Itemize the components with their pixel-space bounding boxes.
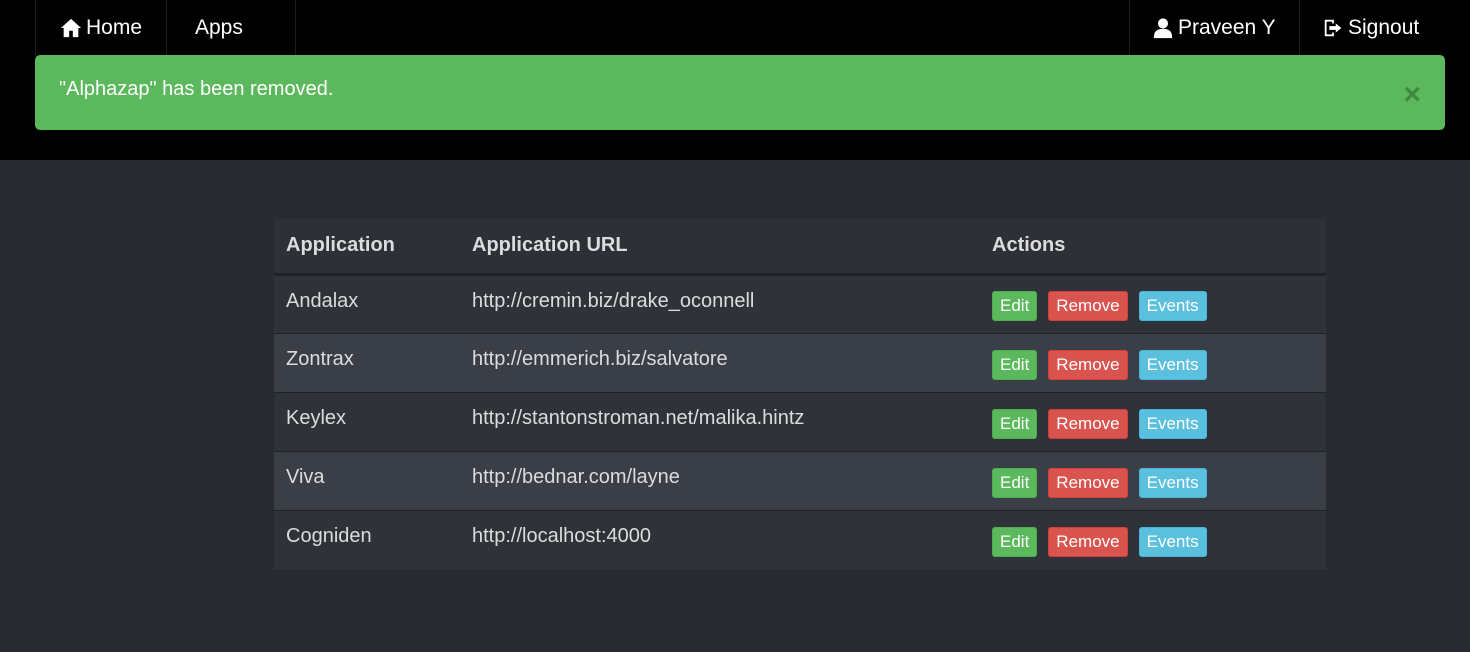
events-button[interactable]: Events (1138, 526, 1207, 557)
cell-url: http://stantonstroman.net/malika.hintz (460, 391, 980, 451)
cell-actions: Edit Remove Events (980, 450, 1326, 510)
nav-home-label: Home (86, 16, 143, 39)
application-url: http://bednar.com/layne (472, 466, 680, 488)
remove-button[interactable]: Remove (1048, 349, 1128, 380)
application-url: http://stantonstroman.net/malika.hintz (472, 407, 805, 429)
table-row: Keylex http://stantonstroman.net/malika.… (274, 391, 1326, 451)
header-application: Application (274, 219, 460, 276)
nav-home-link[interactable]: Home (35, 0, 166, 56)
cell-application: Viva (274, 450, 460, 510)
remove-button[interactable]: Remove (1048, 291, 1128, 321)
nav-signout-label: Signout (1348, 16, 1420, 39)
application-name: Viva (286, 466, 325, 488)
nav-signout-link[interactable]: Signout (1299, 0, 1470, 56)
nav-left: Home Apps (35, 0, 296, 56)
table-row: Zontrax http://emmerich.biz/salvatore Ed… (274, 332, 1326, 392)
application-name: Zontrax (286, 348, 354, 370)
events-button[interactable]: Events (1138, 467, 1207, 498)
cell-url: http://localhost:4000 (460, 509, 980, 569)
header-actions: Actions (980, 219, 1326, 276)
application-name: Andalax (286, 289, 359, 312)
home-icon (60, 17, 82, 39)
cell-url: http://bednar.com/layne (460, 450, 980, 510)
alert-close-button[interactable]: × (1403, 80, 1421, 110)
table-row: Viva http://bednar.com/layne Edit Remove E… (274, 450, 1326, 510)
cell-actions: Edit Remove Events (980, 391, 1326, 451)
remove-button[interactable]: Remove (1048, 467, 1128, 498)
events-button[interactable]: Events (1138, 408, 1207, 439)
application-name: Keylex (286, 407, 347, 429)
table-row: Cogniden http://localhost:4000 Edit Remov… (274, 509, 1326, 569)
edit-button[interactable]: Edit (992, 408, 1038, 439)
table-row: Andalax http://cremin.biz/drake_oconnell… (274, 273, 1326, 333)
top-navbar: Home Apps Praveen Y Signout "Alphazap" h… (0, 0, 1470, 160)
signout-icon (1322, 17, 1344, 39)
cell-application: Keylex (274, 391, 460, 451)
table-header-row: Application Application URL Actions (274, 219, 1326, 276)
cell-actions: Edit Remove Events (980, 332, 1326, 392)
edit-button[interactable]: Edit (992, 349, 1038, 380)
application-url: http://emmerich.biz/salvatore (472, 348, 728, 370)
alert-message: "Alphazap" has been removed. (59, 78, 334, 100)
cell-application: Andalax (274, 273, 460, 333)
cell-application: Zontrax (274, 332, 460, 392)
nav-user-link[interactable]: Praveen Y (1129, 0, 1299, 56)
cell-actions: Edit Remove Events (980, 273, 1326, 333)
edit-button[interactable]: Edit (992, 526, 1038, 557)
edit-button[interactable]: Edit (992, 291, 1038, 321)
events-button[interactable]: Events (1138, 291, 1207, 321)
cell-actions: Edit Remove Events (980, 509, 1326, 569)
cell-application: Cogniden (274, 509, 460, 569)
success-alert: "Alphazap" has been removed. × (35, 55, 1445, 130)
header-application-url: Application URL (460, 219, 980, 276)
applications-table: Application Application URL Actions Anda… (274, 219, 1326, 569)
user-icon (1152, 17, 1174, 39)
nav-apps-link[interactable]: Apps (166, 0, 296, 56)
application-url: http://localhost:4000 (472, 525, 652, 548)
events-button[interactable]: Events (1138, 349, 1207, 380)
nav-right: Praveen Y Signout (1129, 0, 1470, 56)
remove-button[interactable]: Remove (1048, 408, 1128, 439)
nav-apps-label: Apps (195, 16, 243, 39)
cell-url: http://cremin.biz/drake_oconnell (460, 273, 980, 333)
application-url: http://cremin.biz/drake_oconnell (472, 289, 755, 312)
remove-button[interactable]: Remove (1048, 526, 1128, 557)
edit-button[interactable]: Edit (992, 467, 1038, 498)
nav-user-label: Praveen Y (1178, 16, 1276, 39)
application-name: Cogniden (286, 525, 372, 548)
cell-url: http://emmerich.biz/salvatore (460, 332, 980, 392)
